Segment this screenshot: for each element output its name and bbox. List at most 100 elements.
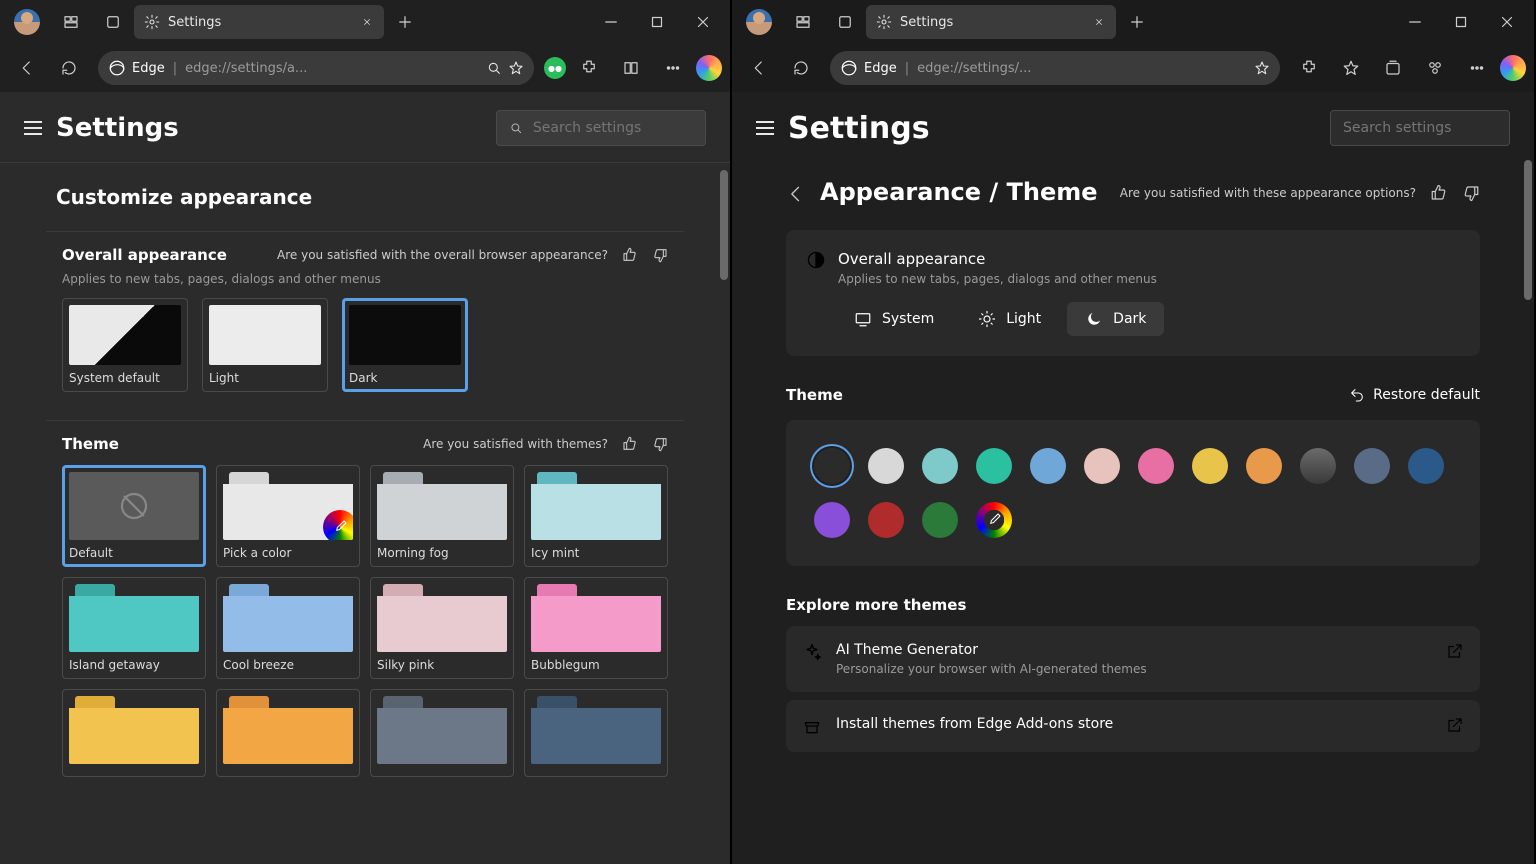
zoom-icon[interactable] xyxy=(486,60,502,76)
extensions-icon[interactable] xyxy=(1290,49,1328,87)
segment-system[interactable]: System xyxy=(836,302,952,336)
theme-island-getaway[interactable]: Island getaway xyxy=(62,577,206,679)
color-swatch[interactable] xyxy=(1138,448,1174,484)
ai-theme-generator-link[interactable]: AI Theme Generator Personalize your brow… xyxy=(786,626,1480,692)
overall-appearance-section: Overall appearance Are you satisfied wit… xyxy=(46,231,684,408)
thumbs-down-icon[interactable] xyxy=(652,247,668,263)
scrollbar[interactable] xyxy=(1524,160,1532,300)
color-swatch[interactable] xyxy=(922,448,958,484)
menu-icon[interactable] xyxy=(756,121,774,135)
theme-default[interactable]: Default xyxy=(62,465,206,567)
color-swatch[interactable] xyxy=(922,502,958,538)
search-settings[interactable] xyxy=(1330,110,1510,146)
appearance-system-default[interactable]: System default xyxy=(62,298,188,392)
more-icon[interactable] xyxy=(654,49,692,87)
extension-green-icon[interactable]: ●● xyxy=(544,57,566,79)
color-swatch[interactable] xyxy=(1192,448,1228,484)
moon-icon xyxy=(1085,310,1103,328)
color-swatch[interactable] xyxy=(1408,448,1444,484)
close-window-button[interactable] xyxy=(1484,1,1530,43)
color-swatch[interactable] xyxy=(1246,448,1282,484)
appearance-light[interactable]: Light xyxy=(202,298,328,392)
color-swatch-card xyxy=(786,420,1480,566)
theme-extra-2[interactable] xyxy=(216,689,360,777)
maximize-button[interactable] xyxy=(634,1,680,43)
theme-bubblegum[interactable]: Bubblegum xyxy=(524,577,668,679)
color-swatch[interactable] xyxy=(1084,448,1120,484)
titlebar: Settings xyxy=(0,0,730,44)
back-button[interactable] xyxy=(8,49,46,87)
theme-cool-breeze[interactable]: Cool breeze xyxy=(216,577,360,679)
undo-icon xyxy=(1349,387,1365,403)
browser-essentials-icon[interactable] xyxy=(1416,49,1454,87)
thumbs-down-icon[interactable] xyxy=(652,436,668,452)
restore-default-button[interactable]: Restore default xyxy=(1349,387,1480,403)
new-tab-button[interactable] xyxy=(384,1,426,43)
address-bar[interactable]: Edge | edge://settings/a... xyxy=(98,51,534,85)
favorites-icon[interactable] xyxy=(1332,49,1370,87)
maximize-button[interactable] xyxy=(1438,1,1484,43)
split-screen-icon[interactable] xyxy=(612,49,650,87)
edge-logo-icon xyxy=(108,59,126,77)
workspaces-icon[interactable] xyxy=(782,1,824,43)
thumbs-up-icon[interactable] xyxy=(1430,184,1448,202)
workspaces-icon[interactable] xyxy=(50,1,92,43)
theme-pick-a-color[interactable]: Pick a color xyxy=(216,465,360,567)
color-swatch[interactable] xyxy=(976,448,1012,484)
profile-avatar[interactable] xyxy=(14,9,40,35)
star-icon[interactable] xyxy=(1254,60,1270,76)
profile-avatar[interactable] xyxy=(746,9,772,35)
theme-extra-4[interactable] xyxy=(524,689,668,777)
appearance-dark[interactable]: Dark xyxy=(342,298,468,392)
copilot-icon[interactable] xyxy=(696,55,722,81)
copilot-icon[interactable] xyxy=(1500,55,1526,81)
segment-light[interactable]: Light xyxy=(960,302,1059,336)
theme-extra-1[interactable] xyxy=(62,689,206,777)
color-swatch[interactable] xyxy=(1354,448,1390,484)
back-button[interactable] xyxy=(740,49,778,87)
color-swatch[interactable] xyxy=(814,502,850,538)
close-icon[interactable] xyxy=(1092,15,1106,29)
new-tab-button[interactable] xyxy=(1116,1,1158,43)
more-icon[interactable] xyxy=(1458,49,1496,87)
tab-actions-icon[interactable] xyxy=(92,1,134,43)
scrollbar[interactable] xyxy=(720,170,728,280)
color-swatch[interactable] xyxy=(868,448,904,484)
theme-extra-3[interactable] xyxy=(370,689,514,777)
color-swatch[interactable] xyxy=(814,448,850,484)
thumbs-up-icon[interactable] xyxy=(622,436,638,452)
minimize-button[interactable] xyxy=(588,1,634,43)
refresh-button[interactable] xyxy=(782,49,820,87)
close-icon[interactable] xyxy=(360,15,374,29)
eyedropper-icon xyxy=(986,512,1002,528)
color-swatch[interactable] xyxy=(868,502,904,538)
back-arrow-icon[interactable] xyxy=(786,184,806,208)
extensions-icon[interactable] xyxy=(570,49,608,87)
color-swatch[interactable] xyxy=(1300,448,1336,484)
addon-store-link[interactable]: Install themes from Edge Add-ons store xyxy=(786,700,1480,752)
theme-icy-mint[interactable]: Icy mint xyxy=(524,465,668,567)
custom-color-picker[interactable] xyxy=(976,502,1012,538)
theme-silky-pink[interactable]: Silky pink xyxy=(370,577,514,679)
breadcrumb: Appearance / Theme xyxy=(820,178,1098,206)
star-icon[interactable] xyxy=(508,60,524,76)
refresh-button[interactable] xyxy=(50,49,88,87)
menu-icon[interactable] xyxy=(24,121,42,135)
thumbs-down-icon[interactable] xyxy=(1462,184,1480,202)
search-input[interactable] xyxy=(1343,120,1497,136)
minimize-button[interactable] xyxy=(1392,1,1438,43)
search-input[interactable] xyxy=(533,120,693,136)
color-swatch[interactable] xyxy=(1030,448,1066,484)
browser-tab[interactable]: Settings xyxy=(866,5,1116,39)
thumbs-up-icon[interactable] xyxy=(622,247,638,263)
theme-morning-fog[interactable]: Morning fog xyxy=(370,465,514,567)
collections-icon[interactable] xyxy=(1374,49,1412,87)
tab-actions-icon[interactable] xyxy=(824,1,866,43)
address-bar[interactable]: Edge | edge://settings/... xyxy=(830,51,1280,85)
search-settings[interactable] xyxy=(496,110,706,146)
browser-tab[interactable]: Settings xyxy=(134,5,384,39)
url-text: edge://settings/... xyxy=(917,61,1031,76)
titlebar: Settings xyxy=(732,0,1534,44)
segment-dark[interactable]: Dark xyxy=(1067,302,1164,336)
close-window-button[interactable] xyxy=(680,1,726,43)
